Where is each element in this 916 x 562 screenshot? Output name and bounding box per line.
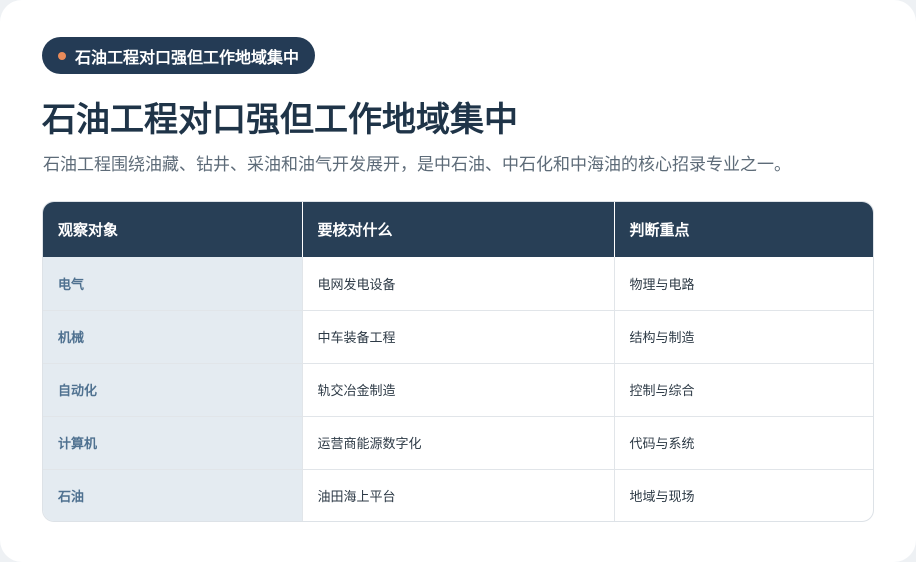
cell-check: 油田海上平台 xyxy=(302,468,615,521)
cell-check: 中车装备工程 xyxy=(302,309,615,363)
cell-subject: 计算机 xyxy=(43,415,303,469)
column-header-subject: 观察对象 xyxy=(43,202,303,257)
cell-focus: 结构与制造 xyxy=(614,309,873,363)
cell-subject: 石油 xyxy=(43,468,303,521)
table-header-row: 观察对象 要核对什么 判断重点 xyxy=(43,202,873,257)
cell-check: 运营商能源数字化 xyxy=(302,415,615,469)
table-row: 自动化 轨交冶金制造 控制与综合 xyxy=(43,362,873,416)
cell-focus: 控制与综合 xyxy=(614,362,873,416)
comparison-table: 观察对象 要核对什么 判断重点 电气 电网发电设备 物理与电路 机械 中车装备工… xyxy=(42,201,874,522)
content-card: 石油工程对口强但工作地域集中 石油工程对口强但工作地域集中 石油工程围绕油藏、钻… xyxy=(0,0,916,562)
cell-focus: 代码与系统 xyxy=(614,415,873,469)
page-title: 石油工程对口强但工作地域集中 xyxy=(42,100,518,140)
page-subtitle: 石油工程围绕油藏、钻井、采油和油气开发展开，是中石油、中石化和中海油的核心招录专… xyxy=(43,155,791,175)
cell-subject: 电气 xyxy=(43,257,303,310)
cell-check: 电网发电设备 xyxy=(302,257,615,310)
topic-badge-label: 石油工程对口强但工作地域集中 xyxy=(75,47,300,67)
cell-focus: 物理与电路 xyxy=(629,277,695,293)
table-row: 电气 电网发电设备 物理与电路 xyxy=(43,257,873,310)
column-header-check: 要核对什么 xyxy=(302,202,615,257)
cell-subject: 机械 xyxy=(43,309,303,363)
table-row: 机械 中车装备工程 结构与制造 xyxy=(43,309,873,363)
cell-subject: 自动化 xyxy=(43,362,303,416)
cell-focus: 地域与现场 xyxy=(614,468,873,521)
table-row: 石油 油田海上平台 地域与现场 xyxy=(43,468,873,521)
topic-badge: 石油工程对口强但工作地域集中 xyxy=(42,37,316,74)
column-header-focus: 判断重点 xyxy=(614,202,873,257)
bullet-dot-icon xyxy=(58,51,66,60)
table-row: 计算机 运营商能源数字化 代码与系统 xyxy=(43,415,873,469)
cell-check: 轨交冶金制造 xyxy=(302,362,615,416)
